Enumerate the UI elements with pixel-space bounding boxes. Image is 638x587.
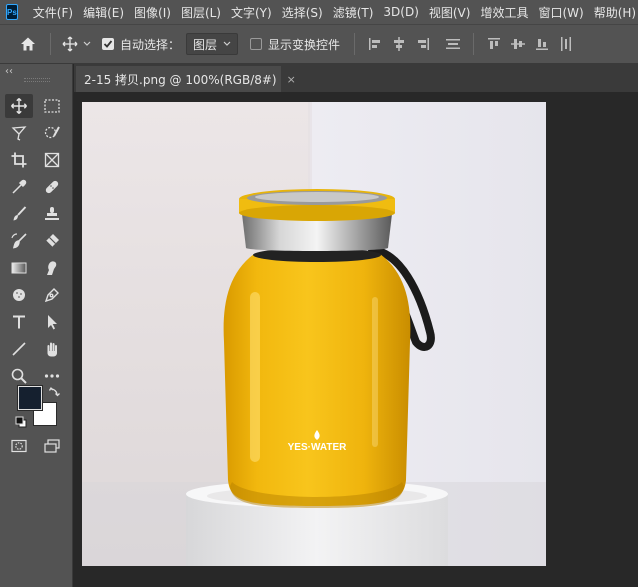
menu-view[interactable]: 视图(V) — [424, 4, 476, 21]
menu-file[interactable]: 文件(F) — [28, 4, 78, 21]
document-tabs: 2-15 拷贝.png @ 100%(RGB/8#) × — [74, 64, 638, 92]
canvas-workspace[interactable]: YES·WATER — [74, 92, 638, 587]
panel-grip[interactable] — [24, 78, 50, 82]
bottle-brand-text: YES·WATER — [288, 442, 347, 453]
dodge-icon[interactable] — [5, 283, 33, 307]
chevron-down-icon[interactable] — [81, 30, 93, 58]
menu-image[interactable]: 图像(I) — [129, 4, 176, 21]
separator — [473, 33, 475, 55]
menu-help[interactable]: 帮助(H) — [589, 4, 638, 21]
frame-icon[interactable] — [38, 148, 66, 172]
tools-panel: ‹‹ — [0, 64, 73, 587]
menu-window[interactable]: 窗口(W) — [533, 4, 588, 21]
screen-mode-icon[interactable] — [38, 434, 66, 458]
lasso-icon[interactable] — [5, 121, 33, 145]
move-tool-preset-icon[interactable] — [59, 30, 81, 58]
brush-icon[interactable] — [5, 202, 33, 226]
options-bar: 自动选择： 图层 显示变换控件 — [0, 24, 638, 64]
show-transform-label: 显示变换控件 — [268, 37, 341, 52]
path-select-icon[interactable] — [38, 310, 66, 334]
move-tool-icon[interactable] — [5, 94, 33, 118]
menu-filter[interactable]: 滤镜(T) — [328, 4, 379, 21]
gradient-icon[interactable] — [5, 256, 33, 280]
auto-select-checkbox[interactable] — [102, 38, 114, 50]
history-brush-icon[interactable] — [5, 229, 33, 253]
hand-icon[interactable] — [38, 337, 66, 361]
document-tab[interactable]: 2-15 拷贝.png @ 100%(RGB/8#) × — [76, 66, 296, 92]
auto-select-target-value: 图层 — [193, 37, 218, 52]
document-canvas[interactable]: YES·WATER — [82, 102, 546, 566]
chevron-down-icon — [223, 41, 231, 46]
distribute-vertical-icon[interactable] — [441, 30, 465, 58]
align-top-icon[interactable] — [482, 30, 506, 58]
home-icon[interactable] — [14, 30, 42, 58]
menu-plugins[interactable]: 增效工具 — [475, 4, 533, 21]
foreground-color-swatch[interactable] — [17, 385, 43, 411]
default-colors-icon[interactable] — [15, 416, 27, 428]
separator — [354, 33, 356, 55]
pen-icon[interactable] — [38, 283, 66, 307]
show-transform-checkbox[interactable] — [250, 38, 263, 50]
quick-mask-icon[interactable] — [5, 434, 33, 458]
smudge-icon[interactable] — [38, 256, 66, 280]
align-bottom-icon[interactable] — [530, 30, 554, 58]
menu-layer[interactable]: 图层(L) — [176, 4, 226, 21]
eraser-icon[interactable] — [38, 229, 66, 253]
swap-colors-icon[interactable] — [48, 384, 62, 398]
menu-select[interactable]: 选择(S) — [277, 4, 328, 21]
align-vcenter-icon[interactable] — [506, 30, 530, 58]
eyedropper-icon[interactable] — [5, 175, 33, 199]
object-select-icon[interactable] — [38, 121, 66, 145]
auto-select-target-dropdown[interactable]: 图层 — [186, 33, 239, 55]
document-tab-title: 2-15 拷贝.png @ 100%(RGB/8#) — [84, 72, 277, 87]
zoom-icon[interactable] — [5, 364, 33, 388]
align-right-icon[interactable] — [411, 30, 435, 58]
menu-bar: Ps 文件(F) 编辑(E) 图像(I) 图层(L) 文字(Y) 选择(S) 滤… — [0, 0, 638, 24]
product-photo: YES·WATER — [82, 102, 546, 566]
menu-edit[interactable]: 编辑(E) — [78, 4, 129, 21]
close-icon[interactable]: × — [287, 73, 296, 86]
distribute-horizontal-icon[interactable] — [554, 30, 578, 58]
align-hcenter-icon[interactable] — [387, 30, 411, 58]
align-left-icon[interactable] — [363, 30, 387, 58]
rect-marquee-icon[interactable] — [38, 94, 66, 118]
clone-stamp-icon[interactable] — [38, 202, 66, 226]
type-icon[interactable] — [5, 310, 33, 334]
crop-icon[interactable] — [5, 148, 33, 172]
auto-select-label: 自动选择： — [120, 37, 181, 52]
separator — [50, 33, 51, 55]
menu-type[interactable]: 文字(Y) — [226, 4, 277, 21]
menu-3d[interactable]: 3D(D) — [378, 5, 423, 19]
collapse-panel-icon[interactable]: ‹‹ — [5, 66, 13, 77]
line-icon[interactable] — [5, 337, 33, 361]
healing-brush-icon[interactable] — [38, 175, 66, 199]
photoshop-logo: Ps — [6, 4, 18, 20]
